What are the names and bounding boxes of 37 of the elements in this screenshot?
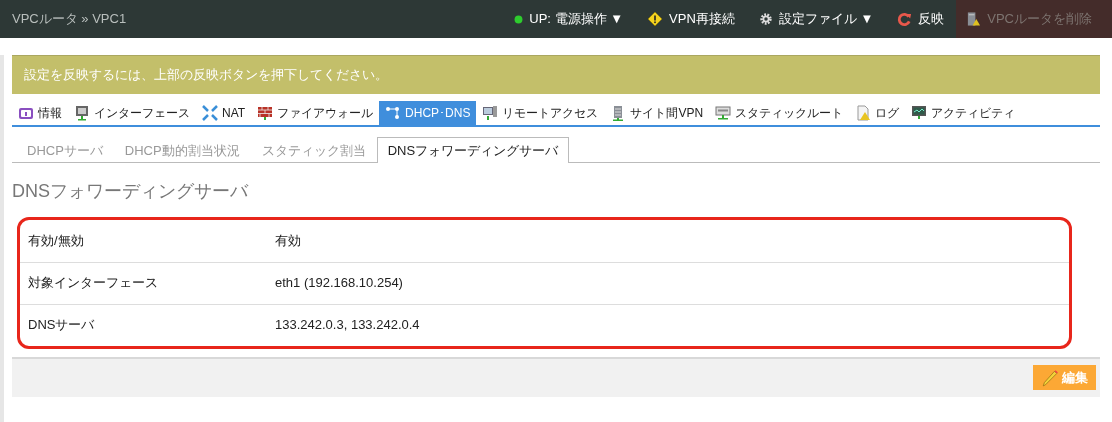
- field-value: 有効: [275, 231, 301, 250]
- network-port-icon: [74, 104, 90, 121]
- notice-banner: 設定を反映するには、上部の反映ボタンを押下してください。: [12, 55, 1100, 94]
- field-label: DNSサーバ: [27, 316, 96, 335]
- warning-icon: [647, 11, 664, 27]
- monitor-icon: [911, 104, 928, 121]
- nav-tab[interactable]: ログ: [849, 100, 906, 125]
- breadcrumb: VPCルータ » VPC1: [11, 10, 127, 29]
- section-heading: DNSフォワーディングサーバ: [12, 181, 250, 203]
- router-icon: [715, 104, 732, 121]
- nav-tab[interactable]: 情報: [12, 100, 68, 125]
- status-dot-icon: [514, 14, 524, 24]
- field-value: eth1 (192.168.10.254): [275, 274, 403, 293]
- network-nodes-icon: [385, 104, 402, 121]
- toolbar-button[interactable]: 設定ファイル ▼: [746, 0, 886, 38]
- nav-tab[interactable]: ファイアウォール: [251, 100, 380, 125]
- nav-tab[interactable]: インターフェース: [68, 100, 196, 125]
- toolbar-button[interactable]: 反映: [885, 0, 957, 38]
- power-menu[interactable]: UP: 電源操作 ▼: [502, 0, 636, 38]
- field-value: 133.242.0.3, 133.242.0.4: [275, 316, 420, 335]
- server-warning-icon: [966, 11, 982, 27]
- pencil-icon: [1041, 368, 1059, 387]
- brick-wall-icon: [257, 104, 274, 121]
- field-label: 有効/無効: [27, 231, 85, 250]
- sub-tab[interactable]: DNSフォワーディングサーバ: [376, 136, 570, 163]
- arrows-icon: [202, 104, 218, 121]
- refresh-icon: [897, 11, 913, 27]
- field-label: 対象インターフェース: [27, 274, 159, 293]
- nav-tab[interactable]: スタティックルート: [709, 100, 850, 125]
- computer-icon: [482, 104, 499, 121]
- log-warning-icon: [855, 104, 872, 121]
- nav-tab[interactable]: サイト間VPN: [604, 100, 710, 125]
- nav-tab[interactable]: リモートアクセス: [476, 100, 605, 125]
- toolbar-button[interactable]: VPN再接続: [635, 0, 747, 38]
- settings-icon: [758, 12, 773, 26]
- nav-tab[interactable]: アクティビティ: [905, 100, 1022, 125]
- nav-tab[interactable]: NAT: [196, 100, 252, 125]
